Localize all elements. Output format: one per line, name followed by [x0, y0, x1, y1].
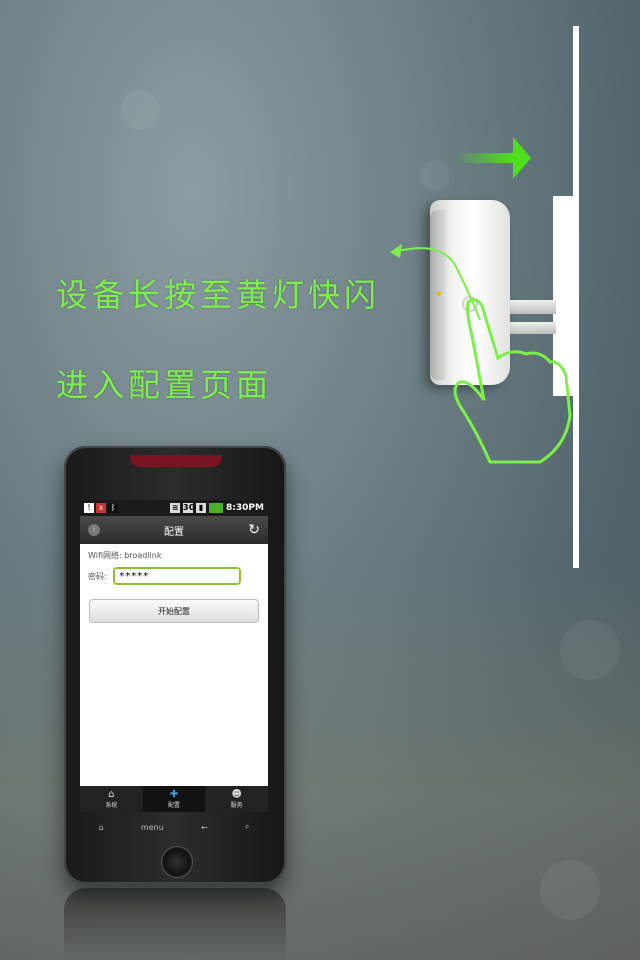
bokeh-light — [560, 620, 620, 680]
start-config-button[interactable]: 开始配置 — [89, 599, 259, 623]
back-key-icon[interactable]: ← — [201, 823, 208, 832]
bokeh-light — [120, 90, 160, 130]
refresh-icon[interactable]: ↻ — [248, 522, 260, 538]
home-icon: ⌂ — [108, 789, 115, 800]
instruction-line-1: 设备长按至黄灯快闪 — [56, 276, 381, 314]
menu-key[interactable]: menu — [141, 823, 164, 832]
tab-service[interactable]: ☻ 服务 — [205, 786, 268, 812]
puzzle-icon: ✚ — [169, 789, 179, 800]
people-icon: ☻ — [231, 789, 242, 800]
status-time: 8:30PM — [226, 503, 264, 513]
pressing-hand-icon — [390, 244, 572, 464]
3g-icon: 3G — [183, 503, 196, 513]
wifi-network-label: Wifi网络: broadlink — [88, 551, 162, 560]
phone-reflection — [64, 888, 286, 960]
phone-speaker-bar — [130, 455, 222, 467]
warning-icon: ! — [84, 503, 94, 513]
wifi-icon: ≋ — [170, 503, 181, 513]
push-arrow-icon — [455, 137, 531, 179]
bluetooth-icon: ᛒ — [108, 503, 118, 513]
status-bar: ! x ᛒ ≋ 3G ▮ 8:30PM — [80, 500, 268, 516]
tab-config[interactable]: ✚ 配置 — [142, 786, 206, 812]
tab-label: 服务 — [230, 802, 243, 809]
instruction-line-2: 进入配置页面 — [56, 366, 273, 404]
password-label: 密码: — [88, 571, 107, 581]
phone-screen: ! x ᛒ ≋ 3G ▮ 8:30PM i 配置 ↻ Wifi网络: broad… — [80, 500, 268, 812]
bokeh-light — [420, 160, 450, 190]
tab-bar: ⌂ 系统 ✚ 配置 ☻ 服务 — [80, 786, 268, 812]
search-key-icon[interactable]: ⌕ — [245, 822, 249, 832]
soft-keys: ⌂ menu ← ⌕ — [80, 818, 268, 836]
tab-label: 系统 — [105, 802, 118, 809]
info-icon[interactable]: i — [88, 524, 100, 536]
signal-icon: ▮ — [196, 503, 207, 513]
home-key-icon[interactable]: ⌂ — [99, 823, 104, 832]
title-bar: i 配置 ↻ — [80, 516, 268, 544]
bokeh-light — [540, 860, 600, 920]
phone-home-button[interactable] — [161, 846, 193, 878]
page-title: 配置 — [164, 526, 184, 538]
tab-system[interactable]: ⌂ 系统 — [80, 786, 143, 812]
battery-icon — [209, 503, 224, 513]
password-field[interactable] — [112, 567, 241, 585]
no-signal-icon: x — [96, 503, 106, 513]
config-form: Wifi网络: broadlink 密码: 开始配置 — [80, 544, 268, 629]
tab-label: 配置 — [168, 802, 181, 809]
